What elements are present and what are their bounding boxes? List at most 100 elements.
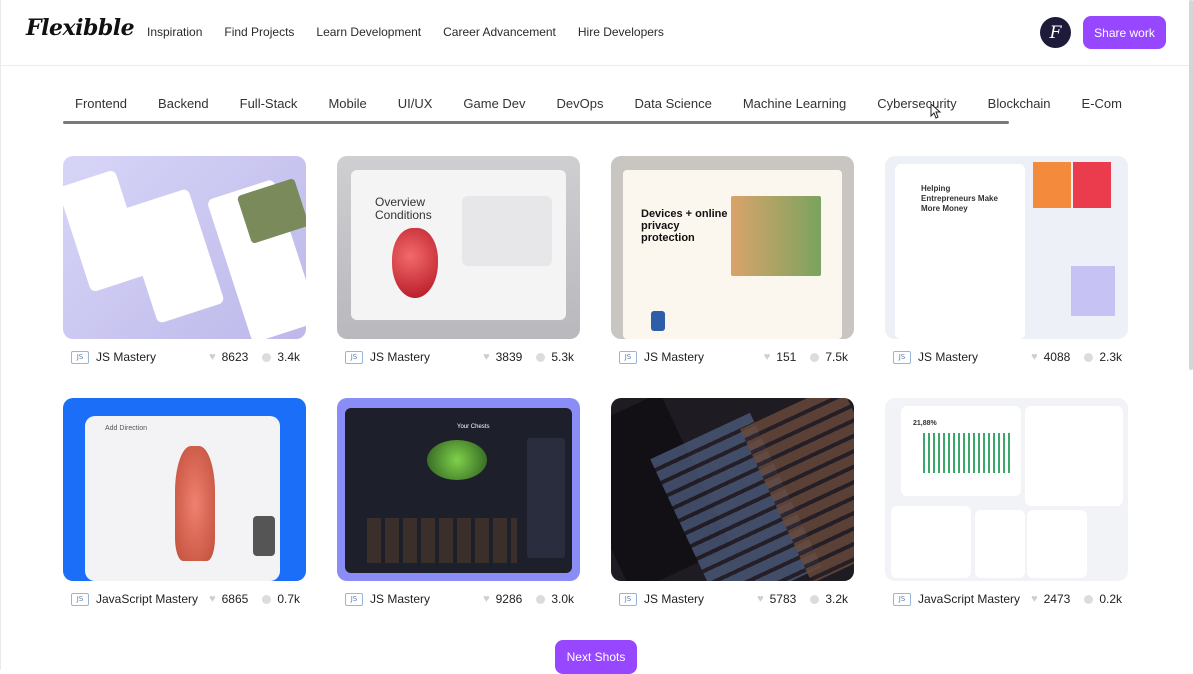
view-count: 0.7k xyxy=(277,592,300,606)
eye-icon xyxy=(536,594,546,604)
project-thumbnail[interactable] xyxy=(63,156,306,339)
category-frontend[interactable]: Frontend xyxy=(75,96,127,111)
thumb-panel xyxy=(891,506,971,578)
project-thumbnail[interactable]: Your Chests xyxy=(337,398,580,581)
category-backend[interactable]: Backend xyxy=(158,96,209,111)
heart-icon[interactable]: ♥ xyxy=(1031,351,1038,363)
thumb-photo xyxy=(1033,162,1071,208)
thumb-photo xyxy=(731,196,821,276)
nav-career-advancement[interactable]: Career Advancement xyxy=(443,25,556,39)
author-logo-icon: JS xyxy=(619,350,637,364)
project-card[interactable]: Overview Conditions JS JS Mastery ♥ 3839… xyxy=(337,156,580,364)
like-count: 3839 xyxy=(495,350,523,364)
category-scrollbar[interactable] xyxy=(63,121,1009,124)
next-shots-button[interactable]: Next Shots xyxy=(555,640,637,674)
main-nav: Inspiration Find Projects Learn Developm… xyxy=(147,25,664,39)
nav-hire-developers[interactable]: Hire Developers xyxy=(578,25,664,39)
like-count: 151 xyxy=(776,350,797,364)
category-data-science[interactable]: Data Science xyxy=(635,96,712,111)
project-thumbnail[interactable]: Devices + online privacy protection xyxy=(611,156,854,339)
heart-icon[interactable]: ♥ xyxy=(483,351,490,363)
category-ui-ux[interactable]: UI/UX xyxy=(398,96,433,111)
project-card[interactable]: JS JS Mastery ♥ 8623 3.4k xyxy=(63,156,306,364)
project-meta: JS JS Mastery ♥ 9286 3.0k xyxy=(337,588,580,610)
flexibble-logo[interactable]: Flexibble xyxy=(26,15,135,41)
thumb-title: Devices + online privacy protection xyxy=(641,208,728,244)
thumb-photo xyxy=(1073,162,1111,208)
project-meta: JS JS Mastery ♥ 5783 3.2k xyxy=(611,588,854,610)
nav-inspiration[interactable]: Inspiration xyxy=(147,25,202,39)
body-illustration xyxy=(175,446,215,561)
author-name[interactable]: JavaScript Mastery xyxy=(96,592,198,606)
page-scrollbar[interactable] xyxy=(1189,0,1193,370)
thumb-panel xyxy=(462,196,552,266)
project-thumbnail[interactable]: Add Direction xyxy=(63,398,306,581)
category-machine-learning[interactable]: Machine Learning xyxy=(743,96,846,111)
author-name[interactable]: JS Mastery xyxy=(370,592,430,606)
project-card[interactable]: Devices + online privacy protection JS J… xyxy=(611,156,854,364)
project-meta: JS JavaScript Mastery ♥ 6865 0.7k xyxy=(63,588,306,610)
heart-icon[interactable]: ♥ xyxy=(1031,593,1038,605)
heart-icon[interactable]: ♥ xyxy=(483,593,490,605)
heart-icon[interactable]: ♥ xyxy=(209,351,216,363)
project-card[interactable]: JS JS Mastery ♥ 5783 3.2k xyxy=(611,398,854,606)
author-name[interactable]: JS Mastery xyxy=(96,350,156,364)
thumb-title: Helping Entrepreneurs Make More Money xyxy=(921,184,998,213)
author-name[interactable]: JS Mastery xyxy=(644,350,704,364)
thumb-title: Your Chests xyxy=(457,424,490,430)
thumb-items xyxy=(367,518,517,563)
heart-icon[interactable]: ♥ xyxy=(209,593,216,605)
author-logo-icon: JS xyxy=(893,350,911,364)
author-name[interactable]: JavaScript Mastery xyxy=(918,592,1020,606)
project-thumbnail[interactable]: 21,88% xyxy=(885,398,1128,581)
thumb-panel xyxy=(1025,406,1123,506)
top-navbar: Flexibble Inspiration Find Projects Lear… xyxy=(0,0,1193,66)
author-name[interactable]: JS Mastery xyxy=(918,350,978,364)
heart-icon[interactable]: ♥ xyxy=(757,593,764,605)
nav-learn-development[interactable]: Learn Development xyxy=(316,25,421,39)
heart-icon[interactable]: ♥ xyxy=(764,351,771,363)
eye-icon xyxy=(262,594,272,604)
nav-find-projects[interactable]: Find Projects xyxy=(224,25,294,39)
category-full-stack[interactable]: Full-Stack xyxy=(240,96,298,111)
thumb-title: 21,88% xyxy=(913,420,937,427)
view-count: 7.5k xyxy=(825,350,848,364)
project-card[interactable]: Add Direction JS JavaScript Mastery ♥ 68… xyxy=(63,398,306,606)
eye-icon xyxy=(1084,594,1094,604)
thumb-panel xyxy=(1027,510,1087,578)
project-card[interactable]: Your Chests JS JS Mastery ♥ 9286 3.0k xyxy=(337,398,580,606)
thumb-art xyxy=(427,440,487,480)
author-logo-icon: JS xyxy=(345,350,363,364)
eye-icon xyxy=(262,352,272,362)
author-name[interactable]: JS Mastery xyxy=(370,350,430,364)
author-logo-icon: JS xyxy=(71,350,89,364)
project-meta: JS JS Mastery ♥ 8623 3.4k xyxy=(63,346,306,368)
eye-icon xyxy=(810,594,820,604)
category-e-com[interactable]: E-Com xyxy=(1082,96,1122,111)
eye-icon xyxy=(810,352,820,362)
author-logo-icon: JS xyxy=(345,592,363,606)
thumb-photo xyxy=(1071,266,1115,316)
eye-icon xyxy=(536,352,546,362)
project-thumbnail[interactable]: Helping Entrepreneurs Make More Money xyxy=(885,156,1128,339)
share-work-button[interactable]: Share work xyxy=(1083,16,1166,49)
thumb-chart xyxy=(923,433,1013,473)
project-thumbnail[interactable] xyxy=(611,398,854,581)
category-cybersecurity[interactable]: Cybersecurity xyxy=(877,96,956,111)
category-mobile[interactable]: Mobile xyxy=(328,96,366,111)
user-avatar[interactable]: F xyxy=(1040,17,1071,48)
view-count: 0.2k xyxy=(1099,592,1122,606)
eye-icon xyxy=(1084,352,1094,362)
project-meta: JS JS Mastery ♥ 4088 2.3k xyxy=(885,346,1128,368)
project-meta: JS JS Mastery ♥ 151 7.5k xyxy=(611,346,854,368)
author-name[interactable]: JS Mastery xyxy=(644,592,704,606)
category-devops[interactable]: DevOps xyxy=(557,96,604,111)
like-count: 9286 xyxy=(495,592,523,606)
thumb-sidebar xyxy=(527,438,565,558)
category-game-dev[interactable]: Game Dev xyxy=(463,96,525,111)
project-card[interactable]: 21,88% JS JavaScript Mastery ♥ 2473 0.2k xyxy=(885,398,1128,606)
project-card[interactable]: Helping Entrepreneurs Make More Money JS… xyxy=(885,156,1128,364)
project-thumbnail[interactable]: Overview Conditions xyxy=(337,156,580,339)
thumb-title: Overview Conditions xyxy=(375,195,432,222)
category-blockchain[interactable]: Blockchain xyxy=(988,96,1051,111)
